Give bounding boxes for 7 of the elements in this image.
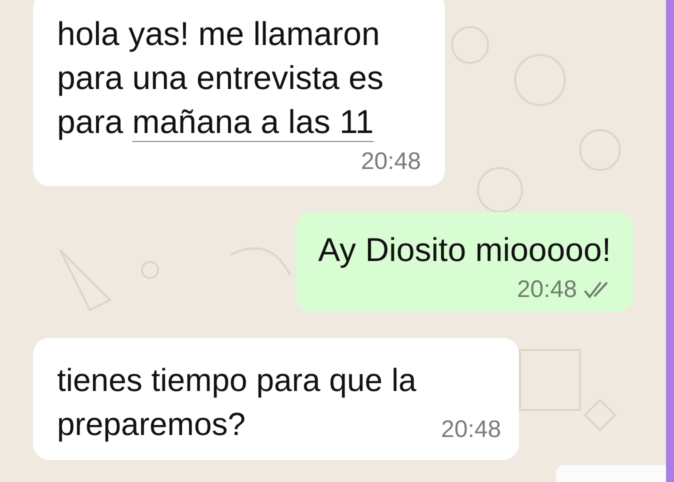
message-text: tienes tiempo para que la preparemos? [57, 361, 418, 444]
message-time: 20:48 [516, 276, 577, 304]
date-link[interactable]: mañana a las 11 [132, 103, 374, 140]
message-text: hola yas! me llamaron para una entrevista es para mañana a las 11 [57, 14, 385, 142]
message-time: 20:48 [441, 416, 502, 444]
message-text: Ay Diosito miooooo! [318, 230, 611, 270]
message-time: 20:48 [360, 148, 421, 176]
